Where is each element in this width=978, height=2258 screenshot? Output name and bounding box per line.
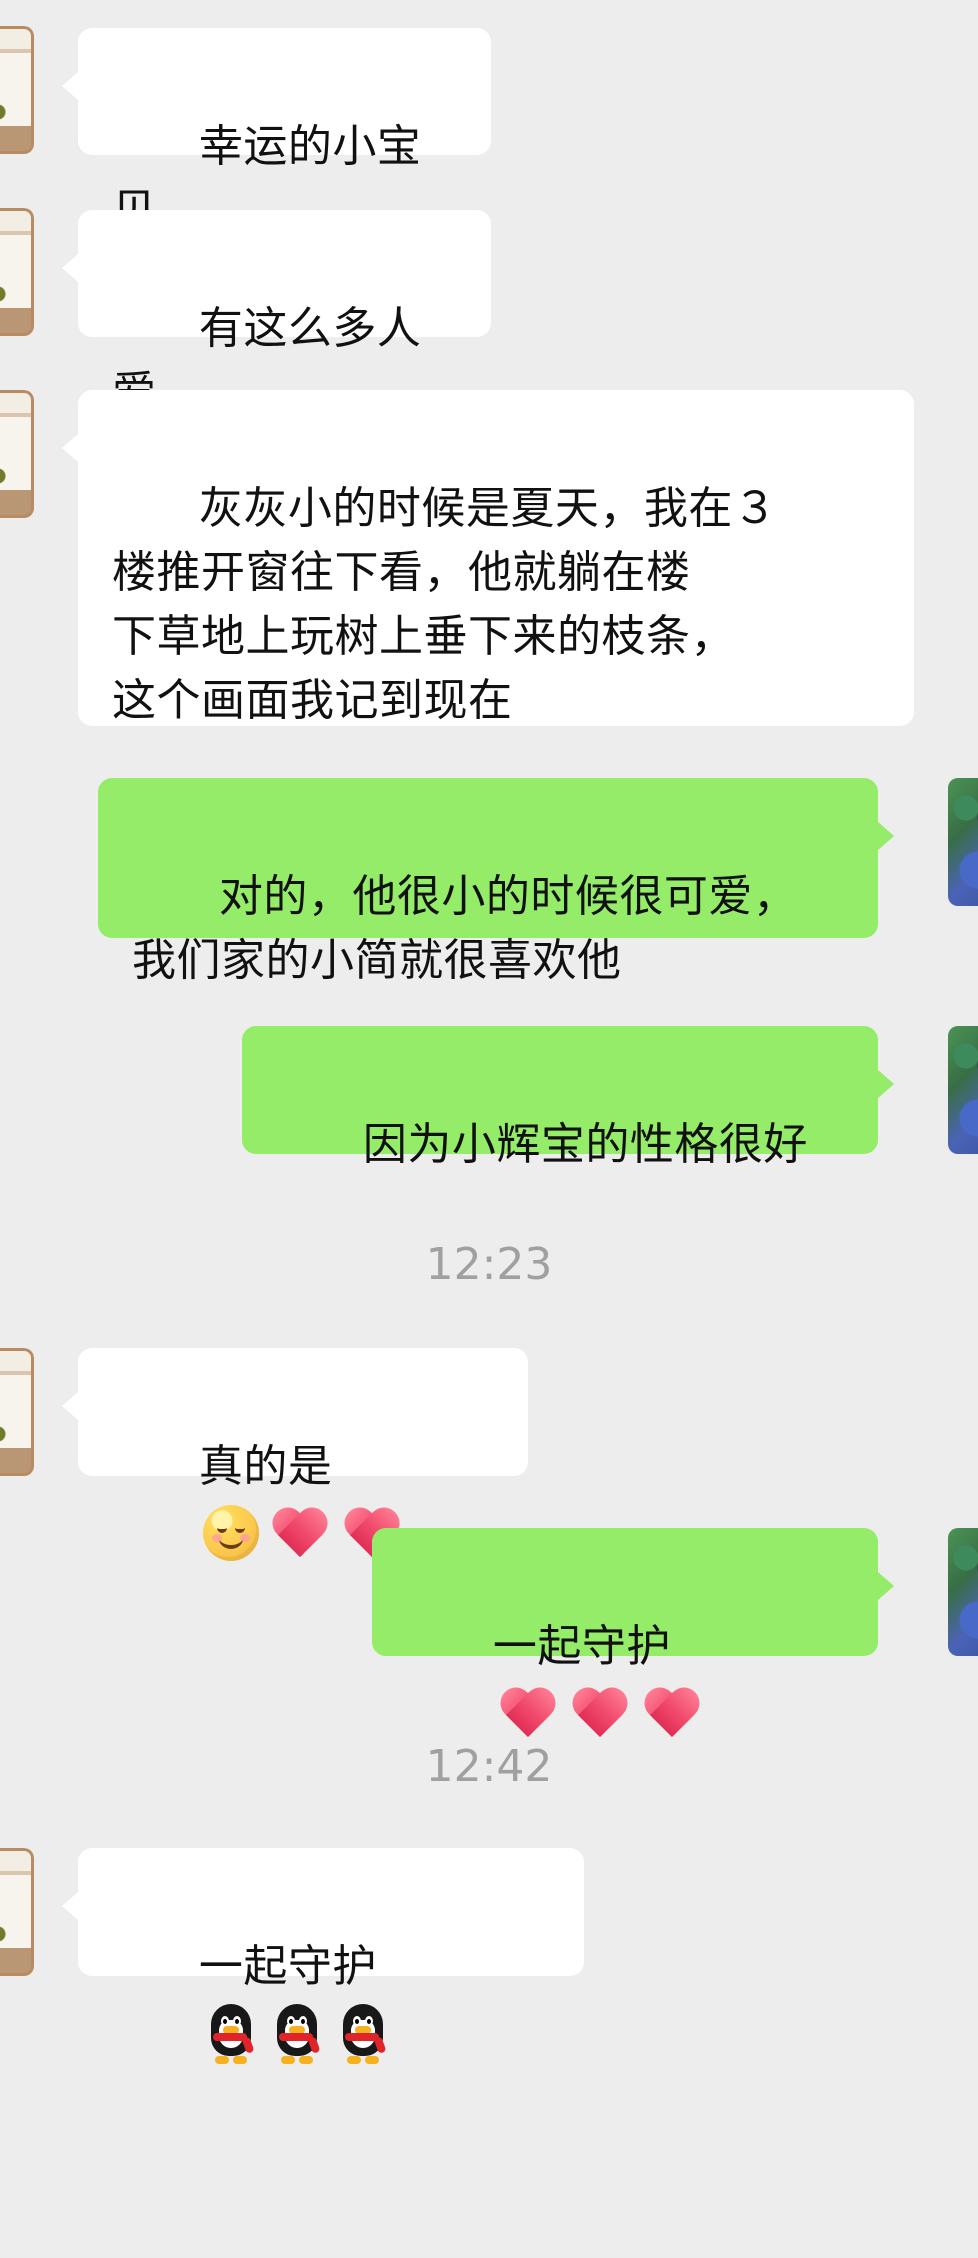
- chat-screen: 幸运的小宝贝 有这么多人爱 灰灰小的时候是夏天，我在３ 楼推开窗往下看，他就躺在…: [0, 0, 978, 2064]
- incoming-message-bubble[interactable]: 灰灰小的时候是夏天，我在３ 楼推开窗往下看，他就躺在楼 下草地上玩树上垂下来的枝…: [62, 390, 914, 726]
- message-text: 灰灰小的时候是夏天，我在３ 楼推开窗往下看，他就躺在楼 下草地上玩树上垂下来的枝…: [112, 483, 778, 726]
- user-avatar[interactable]: [948, 1528, 978, 1656]
- contact-avatar[interactable]: [0, 208, 34, 336]
- message-row-5: 因为小辉宝的性格很好: [0, 1026, 978, 1170]
- outgoing-message-bubble[interactable]: 对的，他很小的时候很可爱， 我们家的小简就很喜欢他: [98, 778, 894, 986]
- heart-icon: [569, 1685, 631, 1741]
- emoji-group: [497, 1685, 703, 1741]
- message-text: 因为小辉宝的性格很好: [362, 1119, 808, 1170]
- user-avatar[interactable]: [948, 1026, 978, 1154]
- outgoing-message-bubble[interactable]: 因为小辉宝的性格很好: [242, 1026, 894, 1170]
- incoming-message-bubble[interactable]: 一起守护: [62, 1848, 584, 2064]
- message-text: 一起守护: [198, 1941, 377, 1992]
- contact-avatar[interactable]: [0, 1848, 34, 1976]
- message-row-1: 幸运的小宝贝: [0, 26, 978, 236]
- incoming-message-bubble[interactable]: 幸运的小宝贝: [62, 28, 491, 236]
- user-avatar[interactable]: [948, 778, 978, 906]
- heart-icon: [641, 1685, 703, 1741]
- message-row-2: 有这么多人爱: [0, 208, 978, 418]
- message-row-6: 真的是: [0, 1348, 978, 1561]
- timestamp: 12:23: [425, 1239, 553, 1290]
- message-row-7: 一起守护: [0, 1528, 978, 1672]
- contact-avatar[interactable]: [0, 26, 34, 154]
- message-text: 一起守护: [492, 1621, 671, 1672]
- message-row-8: 一起守护: [0, 1848, 978, 2064]
- emoji-group: [203, 2002, 391, 2064]
- message-text: 真的是: [198, 1441, 333, 1492]
- incoming-message-bubble[interactable]: 真的是: [62, 1348, 528, 1561]
- timestamp: 12:42: [425, 1741, 553, 1792]
- message-row-3: 灰灰小的时候是夏天，我在３ 楼推开窗往下看，他就躺在楼 下草地上玩树上垂下来的枝…: [0, 390, 978, 728]
- outgoing-message-bubble[interactable]: 一起守护: [372, 1528, 894, 1672]
- message-row-4: 对的，他很小的时候很可爱， 我们家的小简就很喜欢他: [0, 778, 978, 986]
- penguin-icon: [269, 2002, 325, 2064]
- message-text: 对的，他很小的时候很可爱， 我们家的小简就很喜欢他: [132, 871, 798, 986]
- penguin-icon: [335, 2002, 391, 2064]
- penguin-icon: [203, 2002, 259, 2064]
- heart-icon: [497, 1685, 559, 1741]
- incoming-message-bubble[interactable]: 有这么多人爱: [62, 210, 491, 418]
- contact-avatar[interactable]: [0, 390, 34, 518]
- contact-avatar[interactable]: [0, 1348, 34, 1476]
